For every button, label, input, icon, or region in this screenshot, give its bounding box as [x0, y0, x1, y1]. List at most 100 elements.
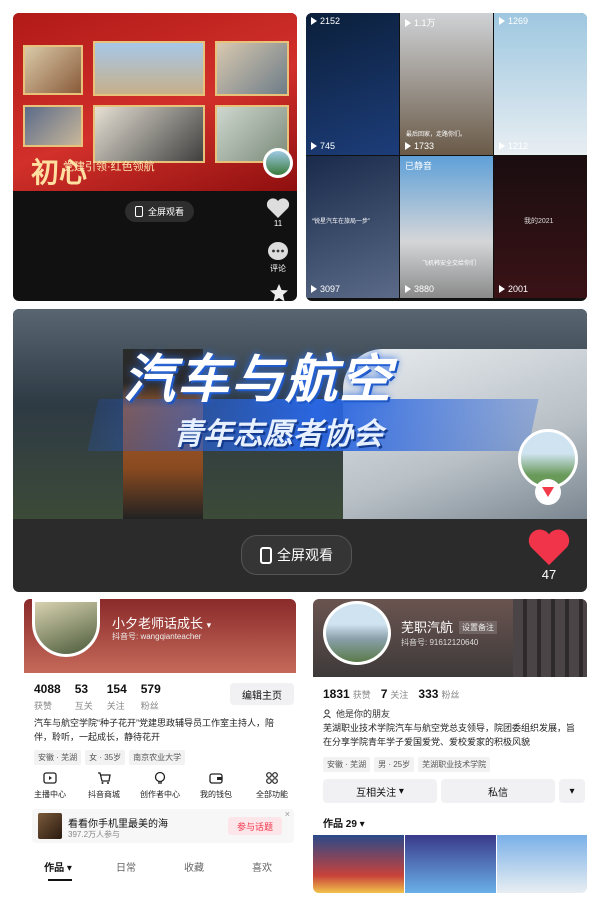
follow-badge[interactable]	[535, 479, 561, 505]
stat-following[interactable]: 154 关注	[107, 682, 127, 714]
star-icon	[270, 284, 288, 301]
edit-profile-button[interactable]: 编辑主页	[230, 683, 294, 705]
tag-gender-age: 女 · 35岁	[85, 750, 126, 765]
wallet-icon	[209, 773, 223, 784]
promo-subtitle: 397.2万人参与	[68, 830, 121, 839]
tab-favorites[interactable]: 收藏	[160, 859, 228, 874]
favorite-button[interactable]	[269, 283, 289, 301]
profile-name: 芜职汽航	[401, 620, 454, 635]
profile-tags: 安徽 · 芜湖男 · 25岁 芜湖职业技术学院	[323, 754, 494, 772]
fullscreen-label: 全屏观看	[148, 207, 185, 217]
avatar[interactable]	[323, 601, 391, 665]
video-thumb[interactable]	[497, 835, 587, 893]
banner-photo	[93, 105, 205, 163]
banner-photo	[93, 41, 205, 96]
play-count: 3880	[405, 284, 434, 294]
stat-fans[interactable]: 333 粉丝	[418, 687, 459, 701]
broadcast-icon	[43, 772, 57, 784]
tag-school: 芜湖职业技术学院	[418, 757, 491, 772]
douyin-id: 抖音号: 91612120640	[401, 638, 479, 647]
tab-likes[interactable]: 喜欢	[228, 859, 296, 874]
banner-photo	[215, 41, 289, 96]
video-panel-party: 初心 党建引领·红色领航 全屏观看 11 评论	[13, 13, 297, 301]
douyin-id: 抖音号: wangqianteacher	[112, 632, 202, 641]
more-button[interactable]: ▾	[559, 779, 585, 803]
close-icon[interactable]: ×	[285, 809, 290, 819]
topic-promo[interactable]: 看看你手机里最美的海 397.2万人参与 参与话题 ×	[32, 809, 294, 843]
stat-following[interactable]: 7 关注	[381, 687, 409, 701]
video-thumb[interactable]	[313, 835, 404, 893]
tab-indicator	[48, 879, 72, 881]
friend-note: 他是你的朋友	[323, 707, 390, 720]
party-banner: 初心 党建引领·红色领航	[13, 13, 297, 191]
join-topic-button[interactable]: 参与话题	[228, 817, 282, 835]
author-avatar[interactable]	[263, 148, 293, 178]
video-caption: 最后回家，走路你们。	[406, 132, 467, 138]
video-thumb-overlay: 最后回家，走路你们。 1733	[400, 13, 493, 155]
video-subtitle: 青年志愿者协会	[173, 418, 383, 451]
like-button[interactable]: 47	[527, 527, 571, 582]
tag-location: 安徽 · 芜湖	[323, 757, 371, 772]
video-caption: 我的2021	[524, 218, 554, 225]
promo-thumb	[38, 813, 62, 839]
tab-daily[interactable]: 日常	[92, 859, 160, 874]
play-count: 1212	[499, 141, 528, 151]
video-thumb[interactable]	[405, 835, 496, 893]
banner-photo	[23, 45, 83, 95]
grid-icon	[266, 772, 278, 784]
play-icon	[499, 285, 505, 293]
like-button[interactable]: 11	[266, 197, 290, 228]
video-thumb[interactable]: 我的2021 2001	[494, 156, 587, 298]
tag-location: 安徽 · 芜湖	[34, 750, 82, 765]
set-remark-button[interactable]: 设置备注	[459, 621, 497, 634]
banner-subtitle: 党建引领·红色领航	[63, 161, 155, 173]
func-broadcast[interactable]: 主播中心	[24, 771, 76, 800]
profile-tabs: 作品 ▾ 日常 收藏 喜欢	[24, 859, 296, 874]
banner-photo	[23, 105, 83, 147]
check-icon	[542, 487, 554, 497]
func-wallet[interactable]: 我的钱包	[190, 771, 242, 800]
func-all[interactable]: 全部功能	[246, 771, 296, 800]
video-caption: “锐星汽车在旅局一步”	[312, 219, 370, 225]
play-count: 2001	[499, 284, 528, 294]
fullscreen-button[interactable]: 全屏观看	[241, 535, 352, 575]
friends-icon	[323, 709, 331, 718]
building-shape	[513, 599, 587, 677]
stat-mutual[interactable]: 53 互关	[75, 682, 93, 714]
fullscreen-icon	[135, 206, 143, 217]
video-thumb[interactable]: “锐星汽车在旅局一步” 3097	[306, 156, 399, 298]
profile-name: 小夕老师话成长 ▾	[112, 616, 212, 631]
message-button[interactable]: 私信	[441, 779, 555, 803]
works-tab[interactable]: 作品 29 ▾	[323, 815, 365, 830]
play-icon	[311, 142, 317, 150]
comment-icon	[268, 242, 288, 260]
video-caption: 飞机韩安全交给你们	[422, 261, 477, 267]
play-icon	[499, 142, 505, 150]
profile-panel-teacher: 小夕老师话成长 ▾ 抖音号: wangqianteacher 4088 获赞 53…	[24, 599, 296, 893]
promo-title: 看看你手机里最美的海	[68, 819, 168, 830]
play-count: 745	[311, 141, 335, 151]
cart-icon	[98, 772, 111, 784]
play-icon	[405, 142, 411, 150]
mutual-follow-button[interactable]: 互相关注 ▾	[323, 779, 437, 803]
tag-school: 南京农业大学	[129, 750, 186, 765]
video-thumb[interactable]: 已静音 飞机韩安全交给你们 3880	[400, 156, 493, 298]
fullscreen-icon	[260, 546, 272, 564]
stat-likes[interactable]: 1831 获赞	[323, 687, 371, 701]
profile-stats: 4088 获赞 53 互关 154 关注 579 粉丝	[34, 682, 161, 714]
fullscreen-button[interactable]: 全屏观看	[125, 201, 195, 222]
profile-bio: 汽车与航空学院“种子花开”党建思政辅导员工作室主持人，陪伴，聆听，一起成长，静待…	[34, 718, 274, 742]
func-creator[interactable]: 创作者中心	[134, 771, 186, 800]
video-grid-panel: 2152 1.1万 1269 745 最后回家，走路你们。 1733 1212 …	[306, 13, 587, 301]
fullscreen-label: 全屏观看	[277, 547, 333, 563]
stat-likes[interactable]: 4088 获赞	[34, 682, 61, 714]
func-shop[interactable]: 抖音商城	[78, 771, 130, 800]
stat-fans[interactable]: 579 粉丝	[141, 682, 161, 714]
tab-works[interactable]: 作品 ▾	[24, 859, 92, 874]
comment-label: 评论	[270, 264, 286, 273]
play-icon	[405, 285, 411, 293]
profile-stats: 1831 获赞 7 关注 333 粉丝	[323, 687, 459, 701]
video-title: 汽车与航空	[123, 351, 394, 409]
comment-button[interactable]: 评论	[267, 241, 289, 274]
lightbulb-icon	[154, 771, 166, 784]
